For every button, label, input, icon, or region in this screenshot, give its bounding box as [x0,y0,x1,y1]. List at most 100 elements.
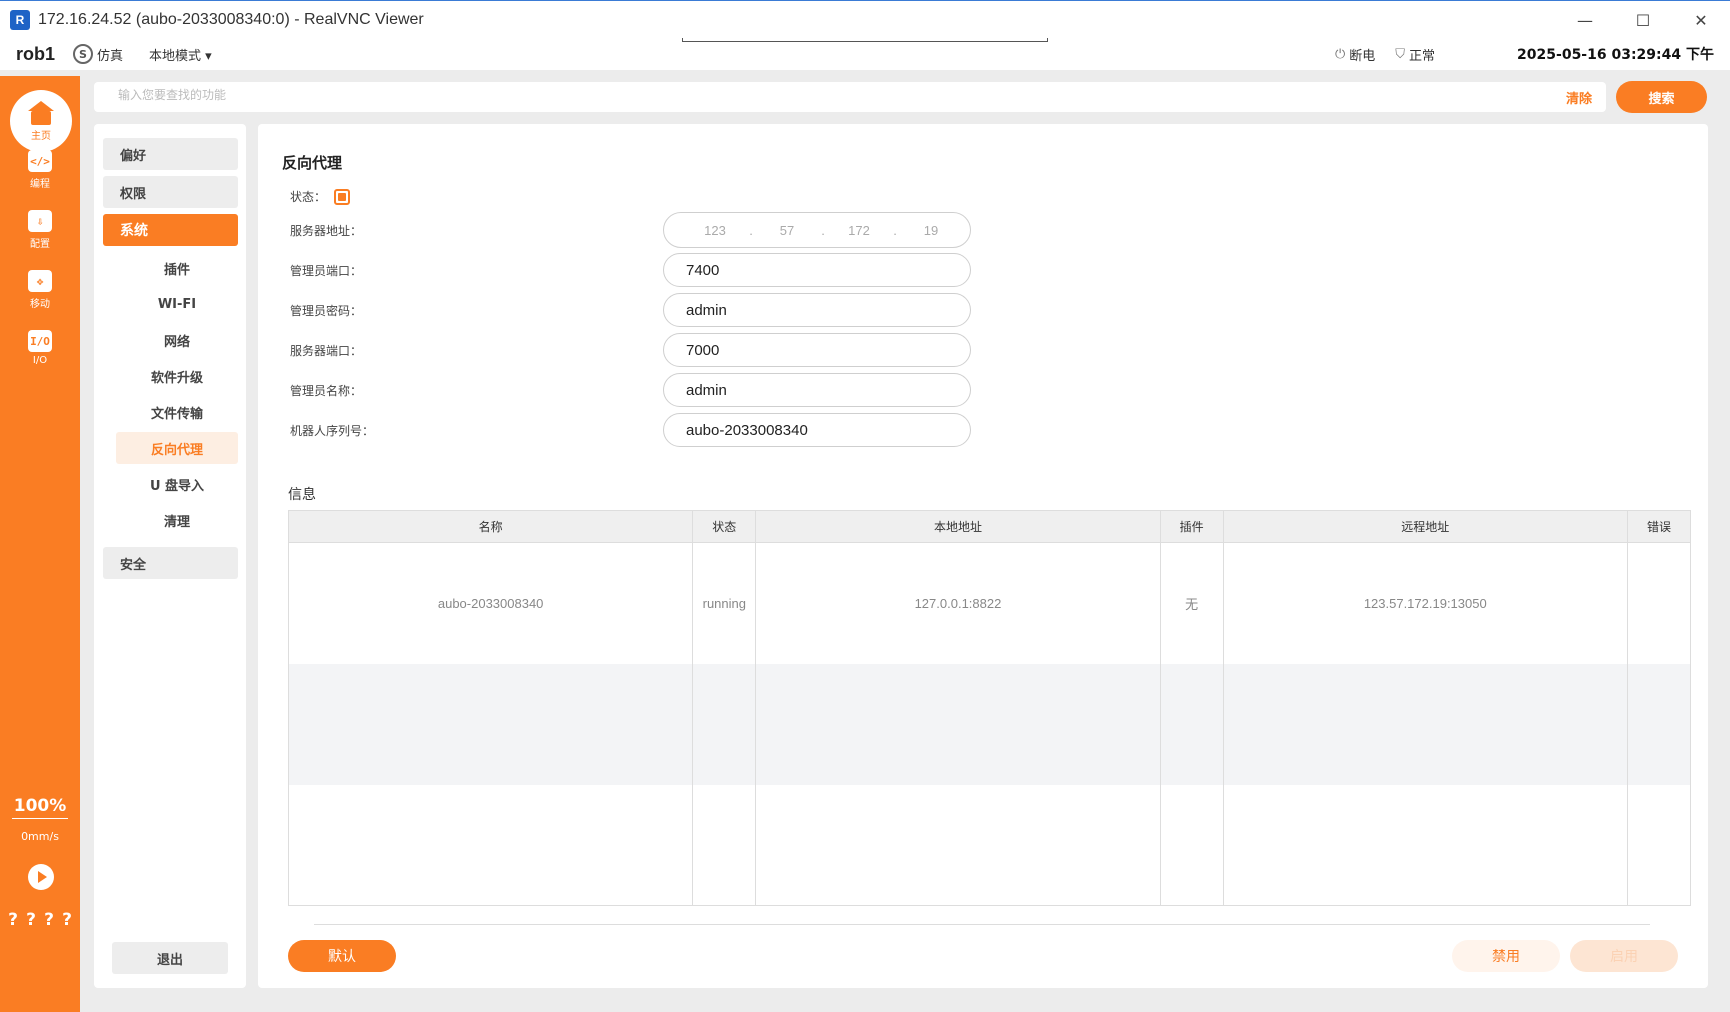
nav-sub-cleanup[interactable]: 清理 [116,504,238,536]
question-icon[interactable]: ? [26,910,36,930]
cell-status: running [692,542,757,664]
robot-serial-field[interactable]: aubo-2033008340 [663,413,971,447]
default-button[interactable]: 默认 [288,940,396,972]
admin-password-field[interactable]: admin [663,293,971,327]
status-group: ⏻ 断电 ⛉ 正常 2025-05-16 03:29:44 下午 [1335,38,1714,70]
admin-password-label: 管理员密码： [290,304,363,318]
simulation-toggle[interactable]: S 仿真 [73,44,123,64]
cell-name [287,784,694,906]
ip-octet-field[interactable]: 172 [830,223,888,238]
close-icon[interactable]: ✕ [1672,1,1730,39]
nav-system[interactable]: 系统 [103,214,238,246]
rail-item-config[interactable]: ⇩ 配置 [0,210,80,250]
rail-item-programming[interactable]: </> 编程 [0,150,80,190]
question-icon[interactable]: ? [44,910,54,930]
search-input[interactable] [118,88,1418,102]
cell-remote-addr [1222,663,1628,785]
power-label: 断电 [1349,48,1376,64]
footer-divider [314,924,1650,925]
home-icon [28,100,54,125]
ip-octet-field[interactable]: 123 [686,223,744,238]
nav-sub-reverse-proxy[interactable]: 反向代理 [116,432,238,464]
rail-item-move[interactable]: ✥ 移动 [0,270,80,310]
status-checkbox[interactable] [334,188,351,205]
nav-sub-wifi[interactable]: WI-FI [116,288,238,320]
mode-dropdown[interactable]: 本地模式 ▾ [149,45,212,64]
app-header: rob1 S 仿真 本地模式 ▾ ⏻ 断电 ⛉ 正常 2025-05-16 03… [0,38,1730,70]
server-port-field[interactable]: 7000 [663,333,971,367]
cell-local-addr [755,663,1161,785]
nav-security[interactable]: 安全 [103,547,238,579]
ip-octet-field[interactable]: 57 [758,223,816,238]
rail-item-io[interactable]: I/O I/O [0,330,80,366]
home-label: 主页 [31,130,51,142]
enable-button[interactable]: 启用 [1570,940,1678,972]
ip-dot: . [821,222,825,238]
cell-plugin [1159,784,1224,906]
download-icon: ⇩ [28,210,52,232]
top-divider [682,38,1048,42]
col-header-plugin: 插件 [1159,510,1224,543]
nav-sub-usb-import[interactable]: U 盘导入 [116,468,238,500]
datetime: 2025-05-16 03:29:44 下午 [1517,47,1714,63]
cell-plugin: 无 [1159,542,1224,664]
question-icon[interactable]: ? [62,910,72,930]
realvnc-logo-icon: R [10,9,30,30]
safety-status: ⛉ 正常 [1395,45,1435,64]
search-bar: 清除 [94,82,1606,112]
info-title: 信息 [288,487,316,503]
nav-preferences[interactable]: 偏好 [103,138,238,170]
settings-nav: 偏好 权限 系统 插件 WI-FI 网络 软件升级 文件传输 反向代理 U 盘导… [94,124,246,988]
window-controls: — ☐ ✕ [1556,1,1730,39]
clear-button[interactable]: 清除 [1566,88,1592,107]
table-row [287,663,1692,785]
play-icon[interactable] [28,864,54,890]
table-row: aubo-2033008340 running 127.0.0.1:8822 无… [287,542,1692,664]
question-icon[interactable]: ? [8,910,18,930]
power-icon: ⏻ [1334,46,1346,62]
cell-local-addr: 127.0.0.1:8822 [755,542,1161,664]
nav-sub-file-transfer[interactable]: 文件传输 [116,396,238,428]
logout-button[interactable]: 退出 [112,942,228,974]
code-icon: </> [28,150,52,172]
home-button[interactable]: 主页 [10,90,72,152]
rail-label: 编程 [30,179,50,190]
speed-percent[interactable]: 100% [0,796,80,816]
speed-mms: 0mm/s [21,830,59,843]
rail-label: I/O [32,355,48,366]
cell-status [692,663,757,785]
robot-name: rob1 [16,43,56,64]
nav-sub-network[interactable]: 网络 [116,324,238,356]
move-icon: ✥ [28,270,52,292]
status-label: 状态： [290,190,327,204]
col-header-remote-addr: 远程地址 [1222,510,1628,543]
search-button[interactable]: 搜索 [1616,81,1707,113]
nav-permissions[interactable]: 权限 [103,176,238,208]
ip-octet-field[interactable]: 19 [902,223,960,238]
col-header-local-addr: 本地地址 [755,510,1161,543]
admin-port-field[interactable]: 7400 [663,253,971,287]
maximize-icon[interactable]: ☐ [1614,1,1672,39]
col-header-error: 错误 [1626,510,1692,543]
disable-button[interactable]: 禁用 [1452,940,1560,972]
minimize-icon[interactable]: — [1556,1,1614,39]
cell-local-addr [755,784,1161,906]
nav-sub-upgrade[interactable]: 软件升级 [116,360,238,392]
safety-label: 正常 [1409,48,1436,64]
admin-port-label: 管理员端口： [290,264,363,278]
cell-error [1626,542,1692,664]
server-port-label: 服务器端口： [290,344,363,358]
server-addr-field: 123 . 57 . 172 . 19 [663,212,971,248]
nav-sub-plugins[interactable]: 插件 [116,252,238,284]
ip-dot: . [893,222,897,238]
admin-name-field[interactable]: admin [663,373,971,407]
speed-underline [12,818,68,819]
col-header-status: 状态 [692,510,757,543]
cell-status [692,784,757,906]
simulation-icon: S [73,44,94,64]
page-title: 反向代理 [282,154,343,172]
shield-icon: ⛉ [1395,46,1406,62]
window-title: 172.16.24.52 (aubo-2033008340:0) - RealV… [38,10,424,28]
unknown-indicators: ? ? ? ? [0,910,80,930]
power-status[interactable]: ⏻ 断电 [1335,45,1375,64]
